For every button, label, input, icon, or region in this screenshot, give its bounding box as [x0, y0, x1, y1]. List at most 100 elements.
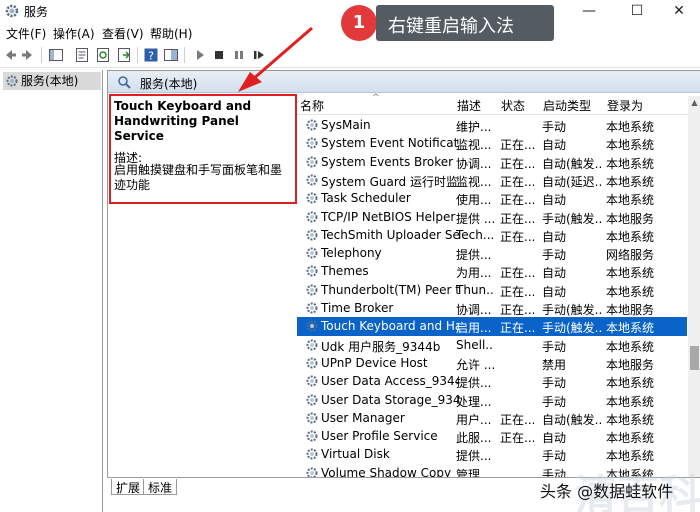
service-gear-icon	[306, 284, 318, 296]
close-button[interactable]: ✕	[656, 0, 700, 22]
cell-startup-type: 自动(延迟...	[542, 174, 602, 189]
cell-startup-type: 手动	[542, 248, 567, 263]
table-row[interactable]: TCP/IP NetBIOS Helper 提供 ... 正在... 手动(触发...…	[297, 208, 687, 226]
panel-header: 服务(本地)	[108, 71, 700, 93]
cell-name: User Manager	[321, 410, 405, 425]
stop-service-icon[interactable]	[211, 47, 227, 63]
service-gear-icon	[306, 375, 318, 387]
column-header-description[interactable]: 描述	[457, 97, 481, 114]
cell-status: 正在...	[500, 211, 534, 226]
table-row[interactable]: Task Scheduler 使用... 正在... 自动 本地系统	[297, 189, 687, 207]
start-service-icon[interactable]	[192, 47, 208, 63]
console-tree: 服务(本地)	[0, 70, 103, 512]
column-header-name[interactable]: 名称	[300, 97, 324, 114]
cell-status: 正在...	[500, 138, 534, 153]
cell-name: Touch Keyboard and Hand...	[321, 319, 459, 334]
cell-description: 协调...	[456, 156, 492, 171]
cell-log-on-as: 本地系统	[606, 376, 654, 391]
menu-file[interactable]: 文件(F)	[6, 25, 46, 42]
table-row[interactable]: UPnP Device Host 允许 ... 禁用 本地服务	[297, 354, 687, 372]
cell-name: User Data Access_9344b	[321, 374, 459, 389]
help-icon[interactable]: ?	[143, 47, 159, 63]
minimize-button[interactable]: —	[566, 0, 612, 22]
cell-log-on-as: 本地系统	[606, 394, 654, 409]
table-row-selected[interactable]: Touch Keyboard and Hand...启用... 正在... 手动(触…	[297, 317, 687, 336]
menu-action[interactable]: 操作(A)	[53, 25, 95, 42]
cell-log-on-as: 本地系统	[606, 138, 654, 153]
cell-log-on-as: 本地系统	[606, 229, 654, 244]
callout-text: 右键重启输入法	[388, 16, 514, 37]
column-header-status[interactable]: 状态	[501, 97, 525, 114]
annotation-highlight-box	[109, 94, 297, 204]
service-gear-icon	[306, 119, 318, 131]
cell-log-on-as: 网络服务	[606, 248, 654, 263]
cell-description: 提供...	[456, 248, 492, 263]
table-row[interactable]: System Events Broker 协调... 正在... 自动(触发... 本地…	[297, 153, 687, 171]
table-row[interactable]: Themes 为用... 正在... 自动 本地系统	[297, 262, 687, 280]
cell-description: 允许 ...	[456, 357, 494, 372]
table-row[interactable]: User Data Storage_9344b处理... 手动 本地系统	[297, 391, 687, 409]
cell-description: 启用...	[456, 321, 492, 336]
menu-help[interactable]: 帮助(H)	[150, 25, 192, 42]
properties-icon[interactable]	[74, 47, 90, 63]
table-row[interactable]: Virtual Disk 提供... 手动 本地系统	[297, 445, 687, 463]
table-row[interactable]: Udk 用户服务_9344b Shell... 手动 本地系统	[297, 336, 687, 354]
callout-step-number: 1	[341, 5, 377, 41]
show-hide-pane-icon[interactable]	[163, 47, 179, 63]
menu-view[interactable]: 查看(V)	[102, 25, 144, 42]
service-gear-icon	[306, 448, 318, 460]
services-gear-icon	[5, 4, 19, 18]
cell-status: 正在...	[500, 266, 534, 281]
tab-extended[interactable]: 扩展	[111, 479, 146, 495]
minimize-icon: —	[582, 3, 596, 19]
column-header-log-on-as[interactable]: 登录为	[607, 97, 643, 114]
cell-startup-type: 自动	[542, 193, 567, 208]
cell-log-on-as: 本地系统	[606, 120, 654, 134]
callout-label: 右键重启输入法	[376, 5, 554, 41]
cell-name: Virtual Disk	[321, 447, 390, 462]
cell-log-on-as: 本地系统	[606, 431, 654, 446]
console-tree-icon[interactable]	[48, 47, 64, 63]
cell-log-on-as: 本地服务	[606, 303, 654, 317]
back-icon[interactable]	[2, 47, 18, 63]
cell-name: Telephony	[321, 246, 382, 261]
cell-startup-type: 手动(触发...	[542, 303, 602, 317]
toolbar-separator	[184, 47, 185, 63]
cell-startup-type: 手动(触发...	[542, 211, 602, 226]
tree-node-services-local[interactable]: 服务(本地)	[3, 72, 101, 90]
scroll-up-arrow-icon[interactable]: ▲	[688, 96, 700, 109]
tab-standard[interactable]: 标准	[143, 479, 178, 495]
table-row[interactable]: SysMain 维护... 手动 本地系统	[297, 116, 687, 134]
restart-service-icon[interactable]	[251, 47, 267, 63]
table-row[interactable]: System Guard 运行时监视...监视... 正在... 自动(延迟... 本…	[297, 171, 687, 189]
table-row[interactable]: User Manager 用户... 正在... 自动(触发... 本地系统	[297, 409, 687, 427]
search-icon	[118, 76, 131, 89]
table-row[interactable]: Time Broker 协调... 正在... 手动(触发... 本地服务	[297, 299, 687, 317]
service-gear-icon	[306, 247, 318, 259]
services-list[interactable]: ^ 名称 描述 状态 启动类型 登录为 SysMain 维护... 手动 本地系统 Sy…	[297, 93, 700, 478]
table-row[interactable]: TechSmith Uploader ServiceTech... 正在... 自动…	[297, 226, 687, 244]
export-list-icon[interactable]	[116, 47, 132, 63]
refresh-icon[interactable]	[95, 47, 111, 63]
cell-status: 正在...	[500, 431, 534, 446]
table-row[interactable]: Telephony 提供... 手动 网络服务	[297, 244, 687, 262]
tree-node-label: 服务(本地)	[21, 74, 79, 88]
table-row[interactable]: User Data Access_9344b 提供... 手动 本地系统	[297, 372, 687, 390]
cell-status: 正在...	[500, 156, 534, 171]
pause-service-icon[interactable]	[231, 47, 247, 63]
cell-name: TCP/IP NetBIOS Helper	[321, 209, 456, 224]
scroll-thumb[interactable]	[690, 346, 699, 370]
forward-icon[interactable]	[20, 47, 36, 63]
cell-status: 正在...	[500, 284, 534, 299]
cell-name: Themes	[321, 264, 369, 279]
table-row[interactable]: Thunderbolt(TM) Peer to P...Thun... 正在...…	[297, 281, 687, 299]
cell-status: 正在...	[500, 321, 534, 336]
cell-name: Task Scheduler	[321, 191, 411, 206]
maximize-button[interactable]: ☐	[614, 0, 660, 22]
cell-log-on-as: 本地服务	[606, 357, 654, 372]
cell-status: 正在...	[500, 412, 534, 427]
table-row[interactable]: User Profile Service 此服... 正在... 自动 本地系统	[297, 427, 687, 445]
vertical-scrollbar[interactable]: ▲	[688, 96, 700, 478]
column-header-startup-type[interactable]: 启动类型	[543, 97, 591, 114]
table-row[interactable]: System Event Notification ...监视... 正在... 自…	[297, 134, 687, 152]
